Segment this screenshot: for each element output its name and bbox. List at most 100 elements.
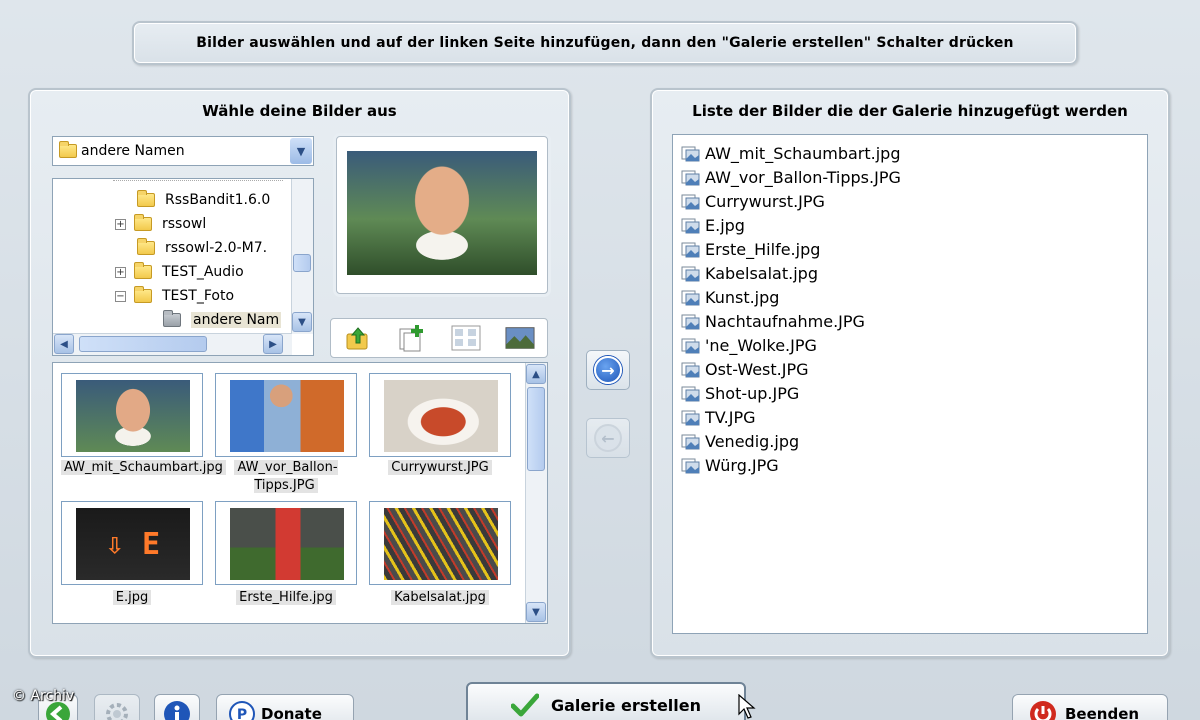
gallery-file-item[interactable]: Currywurst.JPG <box>681 189 825 213</box>
thumbnail-scrollbar[interactable]: ▲ ▼ <box>525 363 547 623</box>
chevron-up-icon[interactable]: ▲ <box>526 364 546 384</box>
gear-icon <box>106 703 128 720</box>
gallery-file-name: Kabelsalat.jpg <box>705 263 818 283</box>
image-file-icon <box>681 218 700 234</box>
chevron-right-icon[interactable]: ▶ <box>263 334 283 354</box>
gallery-file-name: Erste_Hilfe.jpg <box>705 239 821 259</box>
chevron-down-icon[interactable]: ▼ <box>292 312 312 332</box>
tree-item[interactable]: RssBandit1.6.0 <box>137 189 270 211</box>
remove-from-gallery-button[interactable]: ← <box>586 418 630 458</box>
chevron-left-icon[interactable]: ◀ <box>54 334 74 354</box>
image-file-icon <box>681 314 700 330</box>
image-file-icon <box>681 290 700 306</box>
svg-text:P: P <box>237 707 247 720</box>
thumbnail-view-button[interactable] <box>505 323 535 353</box>
folder-tree: RssBandit1.6.0 + rssowl rssowl-2.0-M7. +… <box>52 178 314 356</box>
thumbnail-item[interactable] <box>369 373 511 457</box>
thumbnail-caption-text: AW_mit_Schaumbart.jpg <box>61 460 226 475</box>
gallery-file-item[interactable]: Kunst.jpg <box>681 285 779 309</box>
thumbnail-item[interactable]: ⇩ E <box>61 501 203 585</box>
paypal-icon: P <box>229 701 255 720</box>
gallery-file-item[interactable]: Erste_Hilfe.jpg <box>681 237 820 261</box>
gallery-file-name: AW_vor_Ballon-Tipps.JPG <box>705 167 901 187</box>
instruction-text: Bilder auswählen und auf der linken Seit… <box>196 35 1014 51</box>
image-selection-title: Wähle deine Bilder aus <box>202 102 397 120</box>
tree-item[interactable]: + TEST_Audio <box>115 261 244 283</box>
gallery-file-item[interactable]: Kabelsalat.jpg <box>681 261 818 285</box>
thumbnail-image <box>384 380 498 452</box>
gallery-file-item[interactable]: E.jpg <box>681 213 745 237</box>
folder-icon <box>137 238 155 255</box>
donate-label: Donate <box>261 705 322 720</box>
gallery-file-item[interactable]: TV.JPG <box>681 405 756 429</box>
tree-item[interactable]: + rssowl <box>115 213 206 235</box>
thumbnail-caption: E.jpg <box>61 589 203 607</box>
info-icon <box>164 701 190 720</box>
tree-horizontal-scrollbar[interactable]: ◀ ▶ <box>53 333 292 355</box>
settings-button[interactable] <box>94 694 140 720</box>
gallery-file-name: TV.JPG <box>705 407 756 427</box>
expand-icon[interactable]: + <box>115 266 126 278</box>
scroll-thumb[interactable] <box>527 387 545 471</box>
gallery-file-item[interactable]: Nachtaufnahme.JPG <box>681 309 865 333</box>
check-icon <box>510 693 539 717</box>
tree-item[interactable]: − TEST_Foto <box>115 285 234 307</box>
image-file-icon <box>681 242 700 258</box>
donate-button[interactable]: P Donate <box>216 694 354 720</box>
chevron-down-icon[interactable]: ▼ <box>290 138 312 164</box>
tree-item-label: TEST_Foto <box>162 288 235 304</box>
gallery-file-name: AW_mit_Schaumbart.jpg <box>705 143 901 163</box>
folder-icon <box>134 262 152 279</box>
image-file-icon <box>681 458 700 474</box>
add-to-gallery-button[interactable]: → <box>586 350 630 390</box>
image-file-icon <box>681 362 700 378</box>
thumbnail-item[interactable] <box>369 501 511 585</box>
info-button[interactable] <box>154 694 200 720</box>
instruction-banner: Bilder auswählen und auf der linken Seit… <box>132 21 1078 65</box>
folder-icon <box>137 190 155 207</box>
gallery-file-item[interactable]: AW_mit_Schaumbart.jpg <box>681 141 900 165</box>
folder-up-button[interactable] <box>343 323 373 353</box>
details-view-button[interactable] <box>451 323 481 353</box>
folder-up-icon <box>346 327 368 350</box>
thumbnail-caption-text: E.jpg <box>112 590 152 605</box>
thumbnail-item[interactable] <box>61 373 203 457</box>
arrow-right-icon: → <box>594 356 622 384</box>
tree-item-selected[interactable]: andere Nam <box>163 309 282 331</box>
image-file-icon <box>681 338 700 354</box>
tree-vertical-scrollbar[interactable]: ▼ <box>291 179 313 334</box>
arrow-left-icon: ← <box>594 424 622 452</box>
collapse-icon[interactable]: − <box>115 290 126 302</box>
gallery-file-item[interactable]: Venedig.jpg <box>681 429 799 453</box>
gallery-file-item[interactable]: AW_vor_Ballon-Tipps.JPG <box>681 165 901 189</box>
add-all-button[interactable] <box>397 323 427 353</box>
gallery-file-item[interactable]: Ost-West.JPG <box>681 357 809 381</box>
add-all-icon <box>399 325 423 352</box>
gallery-file-item[interactable]: Shot-up.JPG <box>681 381 799 405</box>
gallery-file-item[interactable]: Würg.JPG <box>681 453 779 477</box>
quit-button[interactable]: Beenden <box>1012 694 1168 720</box>
tree-item-label: andere Nam <box>191 312 282 328</box>
tree-item-label: TEST_Audio <box>162 264 244 280</box>
create-gallery-button[interactable]: Galerie erstellen <box>466 682 746 720</box>
chevron-down-icon[interactable]: ▼ <box>526 602 546 622</box>
scroll-thumb[interactable] <box>79 336 207 352</box>
power-icon <box>1030 701 1056 720</box>
thumbnail-item[interactable] <box>215 373 357 457</box>
image-file-icon <box>681 266 700 282</box>
gallery-file-name: Venedig.jpg <box>705 431 800 451</box>
gallery-file-name: Würg.JPG <box>705 455 779 475</box>
gallery-file-item[interactable]: 'ne_Wolke.JPG <box>681 333 817 357</box>
gallery-file-list[interactable]: AW_mit_Schaumbart.jpg AW_vor_Ballon-Tipps… <box>672 134 1148 634</box>
thumbnail-caption: AW_vor_Ballon-Tipps.JPG <box>215 459 357 495</box>
expand-icon[interactable]: + <box>115 218 126 230</box>
folder-dropdown[interactable]: andere Namen ▼ <box>52 136 314 166</box>
gallery-list-title: Liste der Bilder die der Galerie hinzuge… <box>692 102 1128 120</box>
folder-icon <box>134 214 152 231</box>
image-selection-panel: Wähle deine Bilder aus andere Namen ▼ Rs… <box>28 88 571 658</box>
tree-item[interactable]: rssowl-2.0-M7. <box>137 237 267 259</box>
scroll-thumb[interactable] <box>293 254 311 272</box>
folder-icon <box>134 286 152 303</box>
thumbnail-item[interactable] <box>215 501 357 585</box>
image-file-icon <box>681 386 700 402</box>
